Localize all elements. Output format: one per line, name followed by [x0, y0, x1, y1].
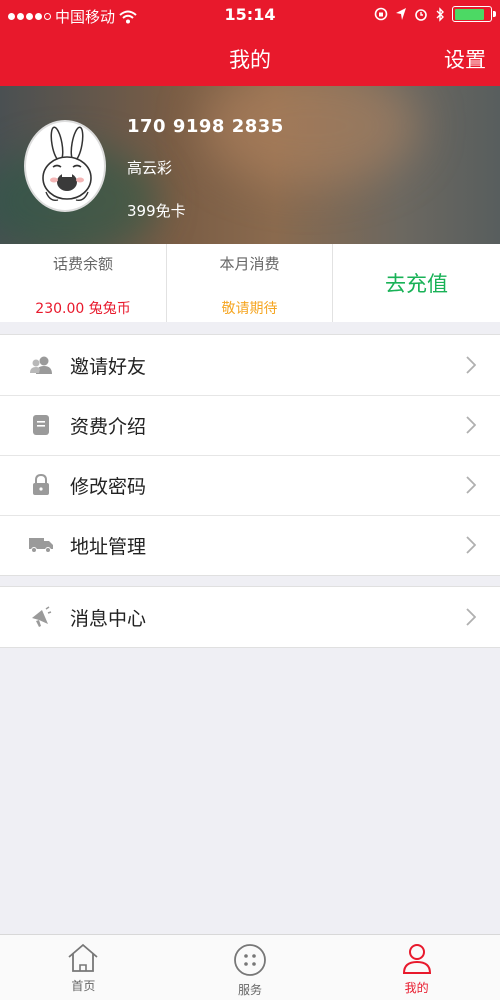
status-icons	[374, 6, 496, 22]
account-stats: 话费余额 230.00 兔兔币 本月消费 敬请期待 去充值	[0, 244, 500, 322]
recharge-button[interactable]: 去充值	[332, 244, 500, 322]
chevron-right-icon	[466, 536, 476, 554]
profile-header: 170 9198 2835 高云彩 399免卡	[0, 86, 500, 244]
balance-value: 230.00 兔兔币	[35, 301, 131, 317]
settings-button[interactable]: 设置	[444, 44, 486, 74]
avatar[interactable]	[24, 120, 106, 212]
bluetooth-icon	[436, 6, 444, 22]
lock-icon	[29, 473, 53, 497]
tab-mine[interactable]: 我的	[333, 935, 500, 1000]
users-icon	[29, 353, 53, 377]
monthly-spend-value: 敬请期待	[221, 301, 278, 317]
user-name: 高云彩	[127, 159, 173, 177]
user-card: 399免卡	[127, 202, 186, 220]
location-icon	[396, 8, 406, 20]
menu-item-label: 地址管理	[70, 535, 147, 558]
service-icon	[234, 944, 266, 976]
balance-label: 话费余额	[52, 255, 113, 273]
tab-label: 首页	[71, 979, 96, 993]
menu-item-label: 消息中心	[70, 607, 147, 630]
menu-item-invite[interactable]: 邀请好友	[0, 335, 500, 395]
user-phone: 170 9198 2835	[127, 116, 284, 137]
menu-item-address[interactable]: 地址管理	[0, 515, 500, 575]
menu-item-label: 修改密码	[70, 475, 147, 498]
document-icon	[29, 413, 53, 437]
rotation-lock-icon	[374, 7, 388, 21]
menu-item-label: 邀请好友	[70, 355, 147, 378]
menu-group-messages: 消息中心	[0, 586, 500, 648]
menu-item-message-center[interactable]: 消息中心	[0, 587, 500, 647]
alarm-icon	[415, 9, 427, 21]
menu-group-account: 邀请好友 资费介绍 修改密码 地址管理	[0, 334, 500, 576]
tab-label: 我的	[404, 981, 429, 995]
chevron-right-icon	[466, 416, 476, 434]
nav-bar: 我的 设置	[0, 30, 500, 86]
monthly-spend-label: 本月消费	[219, 255, 280, 273]
tab-bar: 首页 服务 我的	[0, 934, 500, 1000]
tab-home[interactable]: 首页	[0, 935, 167, 1000]
menu-item-label: 资费介绍	[70, 415, 147, 438]
truck-icon	[29, 533, 53, 557]
tab-service[interactable]: 服务	[167, 935, 334, 1000]
chevron-right-icon	[466, 608, 476, 626]
tab-label: 服务	[238, 983, 263, 997]
battery-icon	[452, 6, 496, 22]
chevron-right-icon	[466, 356, 476, 374]
home-icon	[68, 943, 98, 972]
monthly-spend-stat[interactable]: 本月消费 敬请期待	[166, 244, 332, 322]
balance-stat[interactable]: 话费余额 230.00 兔兔币	[0, 244, 166, 322]
menu-item-pricing[interactable]: 资费介绍	[0, 395, 500, 455]
status-bar: 中国移动 15:14	[0, 0, 500, 30]
rabbit-avatar-icon	[42, 126, 92, 202]
megaphone-icon	[29, 605, 53, 629]
chevron-right-icon	[466, 476, 476, 494]
page-title: 我的	[229, 48, 271, 72]
menu-item-change-password[interactable]: 修改密码	[0, 455, 500, 515]
person-icon	[402, 944, 431, 974]
